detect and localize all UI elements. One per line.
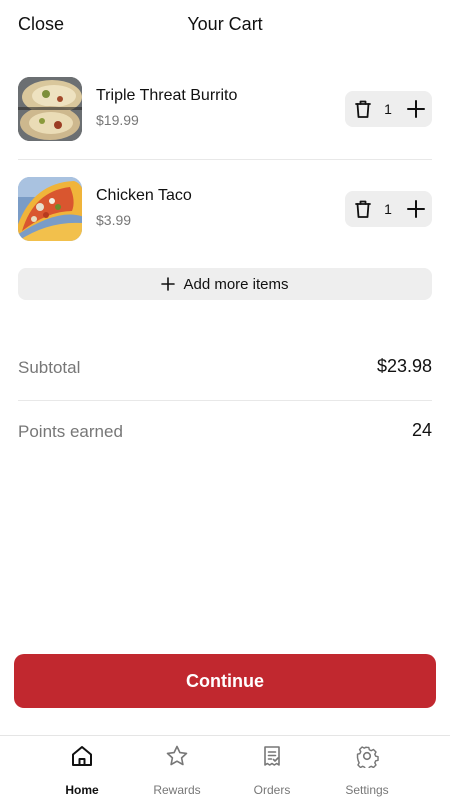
divider	[18, 400, 432, 401]
tab-label: Home	[65, 783, 99, 797]
quantity-stepper: 1	[345, 191, 432, 227]
quantity-stepper: 1	[345, 91, 432, 127]
subtotal-value: $23.98	[376, 356, 432, 376]
item-name: Chicken Taco	[96, 187, 192, 204]
tab-bar: Home Rewards Orders Settings	[0, 735, 450, 800]
tab-label: Settings	[345, 783, 389, 797]
quantity-value: 1	[384, 201, 392, 217]
tab-orders[interactable]: Orders	[227, 744, 317, 800]
tab-label: Rewards	[153, 783, 201, 797]
points-label: Points earned	[18, 422, 123, 441]
home-icon	[72, 746, 92, 766]
plus-icon	[161, 277, 176, 291]
tab-label: Orders	[253, 783, 291, 797]
taco-image	[18, 177, 82, 241]
tab-home[interactable]: Home	[37, 744, 127, 800]
add-more-items-label: Add more items	[183, 275, 289, 293]
item-price: $3.99	[96, 212, 132, 228]
plus-icon[interactable]	[402, 95, 430, 123]
subtotal-label: Subtotal	[18, 358, 81, 377]
gear-icon	[356, 746, 379, 768]
item-price: $19.99	[96, 112, 139, 128]
add-more-items-button[interactable]: Add more items	[18, 268, 432, 300]
divider	[18, 159, 432, 160]
points-row: Points earned 24	[18, 418, 432, 448]
page-title: Your Cart	[187, 14, 263, 34]
star-icon	[166, 745, 188, 766]
trash-icon[interactable]	[349, 95, 377, 123]
plus-icon[interactable]	[402, 195, 430, 223]
continue-button[interactable]: Continue	[14, 654, 436, 708]
cart-item: Triple Threat Burrito $19.99 1	[18, 77, 432, 143]
quantity-value: 1	[384, 101, 392, 117]
receipt-icon	[264, 746, 280, 766]
header: Close Your Cart	[0, 0, 450, 52]
points-value: 24	[411, 420, 432, 440]
burrito-image	[18, 77, 82, 141]
item-name: Triple Threat Burrito	[96, 87, 238, 104]
trash-icon[interactable]	[349, 195, 377, 223]
tab-rewards[interactable]: Rewards	[132, 744, 222, 800]
cart-item: Chicken Taco $3.99 1	[18, 177, 432, 243]
tab-settings[interactable]: Settings	[322, 744, 412, 800]
subtotal-row: Subtotal $23.98	[18, 354, 432, 384]
